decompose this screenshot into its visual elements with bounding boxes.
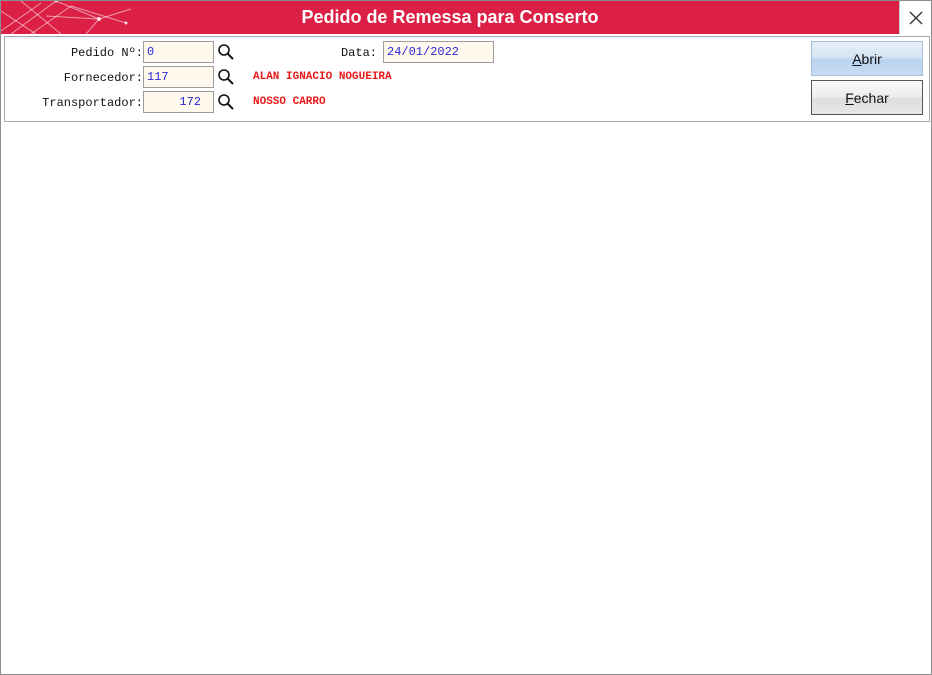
- pedido-label: Pedido Nº:: [70, 46, 143, 60]
- content-area: [1, 123, 931, 674]
- transportador-name: NOSSO CARRO: [253, 96, 326, 108]
- pedido-number-field[interactable]: 0: [143, 41, 214, 63]
- fechar-button[interactable]: Fechar: [811, 80, 923, 115]
- magnifier-icon[interactable]: [217, 43, 235, 61]
- fechar-label: echar: [853, 89, 889, 106]
- data-label: Data:: [340, 46, 377, 60]
- date-field[interactable]: 24/01/2022: [383, 41, 494, 63]
- fornecedor-code-field[interactable]: 117: [143, 66, 214, 88]
- magnifier-icon[interactable]: [217, 68, 235, 86]
- abrir-button[interactable]: Abrir: [811, 41, 923, 76]
- header-panel: Pedido Nº: 0 Data: 24/01/2022 Fornecedor…: [4, 36, 930, 122]
- magnifier-icon[interactable]: [217, 93, 235, 111]
- transportador-code-field[interactable]: 172: [143, 91, 214, 113]
- close-button[interactable]: [899, 1, 931, 34]
- transportador-label: Transportador:: [42, 96, 143, 110]
- close-icon: [909, 11, 922, 24]
- fornecedor-name: ALAN IGNACIO NOGUEIRA: [253, 71, 392, 83]
- fechar-accesskey: F: [845, 89, 854, 106]
- abrir-label: brir: [861, 50, 882, 67]
- fornecedor-label: Fornecedor:: [63, 71, 143, 85]
- app-window: Pedido de Remessa para Conserto Pedido N…: [0, 0, 932, 675]
- abrir-accesskey: A: [852, 50, 862, 67]
- window-title: Pedido de Remessa para Conserto: [301, 7, 599, 27]
- title-bar: Pedido de Remessa para Conserto: [1, 1, 931, 34]
